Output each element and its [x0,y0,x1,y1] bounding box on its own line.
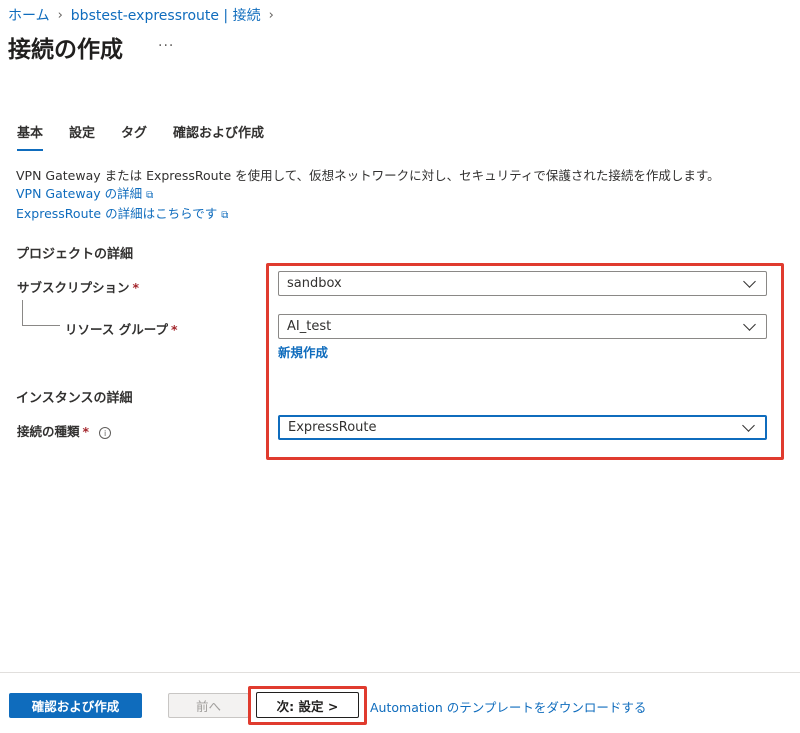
breadcrumb-home[interactable]: ホーム [8,5,50,25]
required-marker: * [132,280,140,295]
tab-bar: 基本 設定 タグ 確認および作成 [17,122,264,151]
tree-connector [22,300,23,325]
tab-tags[interactable]: タグ [121,122,147,151]
vpn-gateway-link-text: VPN Gateway の詳細 [16,186,143,201]
resource-group-label: リソース グループ * [65,319,178,338]
resource-group-label-text: リソース グループ [65,322,168,337]
page-title: 接続の作成 [8,37,123,63]
tab-basics[interactable]: 基本 [17,122,44,151]
previous-button[interactable]: 前へ [168,693,249,718]
vpn-gateway-link[interactable]: VPN Gateway の詳細 ⧉ [16,183,153,202]
expressroute-link[interactable]: ExpressRoute の詳細はこちらです ⧉ [16,203,228,222]
tab-review-create[interactable]: 確認および作成 [173,122,264,151]
breadcrumb-resource[interactable]: bbstest-expressroute | 接続 [71,5,261,25]
review-create-button[interactable]: 確認および作成 [9,693,142,718]
tree-connector [22,325,60,326]
connection-type-label: 接続の種類 * i [17,421,112,440]
external-link-icon: ⧉ [221,210,229,221]
more-options-icon[interactable]: ··· [158,38,174,54]
highlight-box [266,263,784,460]
intro-description: VPN Gateway または ExpressRoute を使用して、仮想ネット… [16,168,720,183]
breadcrumb: ホーム › bbstest-expressroute | 接続 › [8,5,274,25]
next-settings-button[interactable]: 次: 設定 > [256,692,359,718]
instance-details-heading: インスタンスの詳細 [16,391,133,406]
chevron-right-icon: › [268,7,274,23]
footer-divider [0,672,800,673]
subscription-label-text: サブスクリプション [17,280,130,295]
connection-type-label-text: 接続の種類 [17,424,80,439]
project-details-heading: プロジェクトの詳細 [16,247,134,262]
download-template-link[interactable]: Automation のテンプレートをダウンロードする [370,697,646,716]
info-icon[interactable]: i [99,427,112,439]
chevron-right-icon: › [57,7,63,23]
tab-settings[interactable]: 設定 [69,122,95,151]
external-link-icon: ⧉ [146,190,154,201]
required-marker: * [82,424,90,439]
subscription-label: サブスクリプション * [17,277,139,296]
required-marker: * [170,322,178,337]
expressroute-link-text: ExpressRoute の詳細はこちらです [16,206,218,221]
